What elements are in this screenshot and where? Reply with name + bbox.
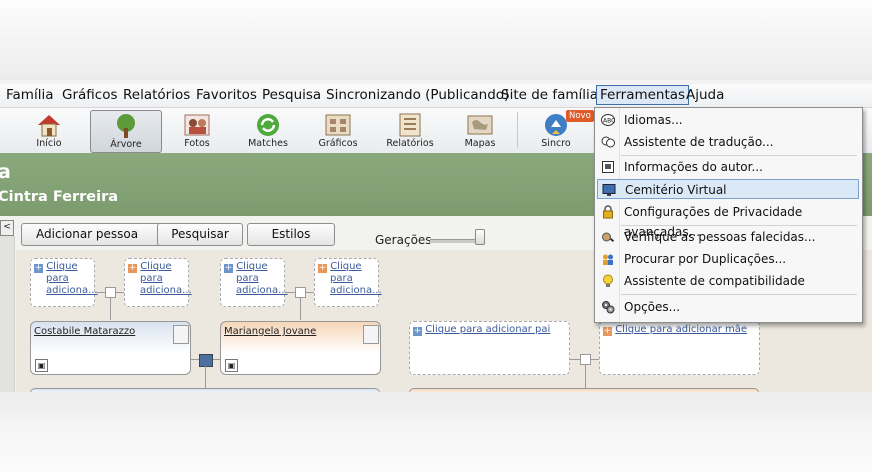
- toolbar-arvore[interactable]: Árvore: [90, 110, 162, 153]
- menu-separator: [621, 294, 857, 295]
- collapse-panel-button[interactable]: <: [0, 220, 14, 236]
- connector-joiner: [580, 354, 591, 365]
- menu-item-assistente-traducao[interactable]: Assistente de tradução...: [597, 132, 859, 152]
- map-icon: [466, 112, 494, 136]
- menu-site-de-familia[interactable]: Site de família: [501, 87, 598, 103]
- menu-item-idiomas[interactable]: ABC Idiomas...: [597, 110, 859, 130]
- add-female-icon: +: [603, 326, 612, 336]
- toolbar-relatorios[interactable]: Relatórios: [385, 110, 435, 151]
- add-male-icon: +: [34, 263, 43, 273]
- id-card-icon: [601, 160, 615, 174]
- add-male-icon: +: [224, 263, 233, 273]
- toolbar-fotos[interactable]: Fotos: [172, 110, 222, 151]
- generations-slider-thumb[interactable]: [475, 229, 485, 245]
- report-icon: [396, 112, 424, 137]
- left-panel-strip: [0, 236, 15, 392]
- menu-relatorios[interactable]: Relatórios: [123, 87, 190, 103]
- marriage-icon[interactable]: [199, 354, 213, 367]
- menu-separator: [621, 155, 857, 156]
- add-grandparent-card[interactable]: + Clique para adiciona...: [220, 258, 288, 307]
- menu-item-compatibilidade[interactable]: Assistente de compatibilidade: [597, 271, 859, 291]
- toolbar-separator: [517, 112, 518, 148]
- connector-line: [110, 298, 111, 320]
- sync-arrows-icon: [254, 112, 282, 136]
- menu-graficos[interactable]: Gráficos: [62, 87, 118, 103]
- search-button[interactable]: Pesquisar: [157, 223, 243, 246]
- blurred-bottom-area: [0, 392, 872, 472]
- female-avatar-icon: [363, 325, 379, 344]
- gears-icon: [601, 300, 615, 314]
- menu-item-informacoes-autor[interactable]: Informações do autor...: [597, 157, 859, 177]
- abc-icon: ABC: [601, 113, 615, 127]
- menu-pesquisa[interactable]: Pesquisa: [262, 87, 321, 103]
- person-detail-icon[interactable]: ▣: [35, 359, 48, 372]
- menu-item-opcoes[interactable]: Opções...: [597, 297, 859, 317]
- lightbulb-icon: [601, 274, 615, 288]
- menu-bar: Família Gráficos Relatórios Favoritos Pe…: [0, 84, 872, 108]
- add-grandparent-card[interactable]: + Clique para adiciona...: [30, 258, 98, 307]
- header-subtitle: Cintra Ferreira: [0, 189, 119, 205]
- person-card-mother[interactable]: Mariangela Jovane ▣: [220, 321, 381, 375]
- photos-icon: [183, 112, 211, 136]
- person-name[interactable]: Costabile Matarazzo: [34, 326, 135, 337]
- svg-text:ABC: ABC: [603, 118, 615, 125]
- styles-button[interactable]: Estilos: [247, 223, 335, 246]
- toolbar-mapas[interactable]: Mapas: [455, 110, 505, 151]
- menu-favoritos[interactable]: Favoritos: [196, 87, 257, 103]
- male-avatar-icon: [173, 325, 189, 344]
- house-icon: [35, 112, 63, 137]
- add-male-icon: +: [413, 326, 422, 336]
- menu-ajuda[interactable]: Ajuda: [686, 87, 724, 103]
- new-badge: Novo: [566, 110, 594, 122]
- duplicate-people-icon: [601, 252, 615, 266]
- lock-icon: [601, 205, 615, 219]
- menu-familia[interactable]: Família: [6, 87, 53, 103]
- connector-line: [300, 298, 301, 320]
- menu-ferramentas[interactable]: Ferramentas: [596, 85, 690, 105]
- add-female-icon: +: [128, 263, 137, 273]
- menu-separator: [621, 225, 857, 226]
- menu-item-duplicacoes[interactable]: Procurar por Duplicações...: [597, 249, 859, 269]
- person-detail-icon[interactable]: ▣: [225, 359, 238, 372]
- chart-grid-icon: [324, 112, 352, 136]
- connector-joiner: [105, 287, 116, 298]
- person-card-father[interactable]: Costabile Matarazzo ▣: [30, 321, 191, 375]
- speech-bubbles-icon: [601, 135, 615, 149]
- tools-menu: ABC Idiomas... Assistente de tradução...…: [594, 107, 863, 323]
- monitor-icon: [602, 183, 616, 197]
- generations-label: Gerações: [375, 233, 432, 247]
- blurred-top-area: [0, 0, 872, 80]
- toolbar-inicio[interactable]: Início: [24, 110, 74, 151]
- add-mother-card[interactable]: + Clique para adicionar mãe: [599, 321, 760, 375]
- header-title: a: [0, 161, 11, 183]
- connector-joiner: [295, 287, 306, 298]
- toolbar-matches[interactable]: Matches: [243, 110, 293, 151]
- menu-sincronizando[interactable]: Sincronizando (Publicando): [326, 87, 509, 103]
- add-female-icon: +: [318, 263, 327, 273]
- tree-icon: [112, 113, 140, 138]
- toolbar-graficos[interactable]: Gráficos: [313, 110, 363, 151]
- add-person-button[interactable]: Adicionar pessoa: [21, 223, 175, 246]
- person-name[interactable]: Mariangela Jovane: [224, 326, 316, 337]
- menu-item-verifique-falecidas[interactable]: Verifique as pessoas falecidas...: [597, 227, 859, 247]
- menu-item-privacidade[interactable]: Configurações de Privacidade avançadas..…: [597, 202, 859, 239]
- magnifier-person-icon: [601, 230, 615, 244]
- add-grandparent-card[interactable]: + Clique para adiciona...: [314, 258, 382, 307]
- menu-item-cemiterio-virtual[interactable]: Cemitério Virtual: [597, 179, 859, 199]
- add-grandparent-card[interactable]: + Clique para adiciona...: [124, 258, 192, 307]
- add-father-card[interactable]: + Clique para adicionar pai: [409, 321, 570, 375]
